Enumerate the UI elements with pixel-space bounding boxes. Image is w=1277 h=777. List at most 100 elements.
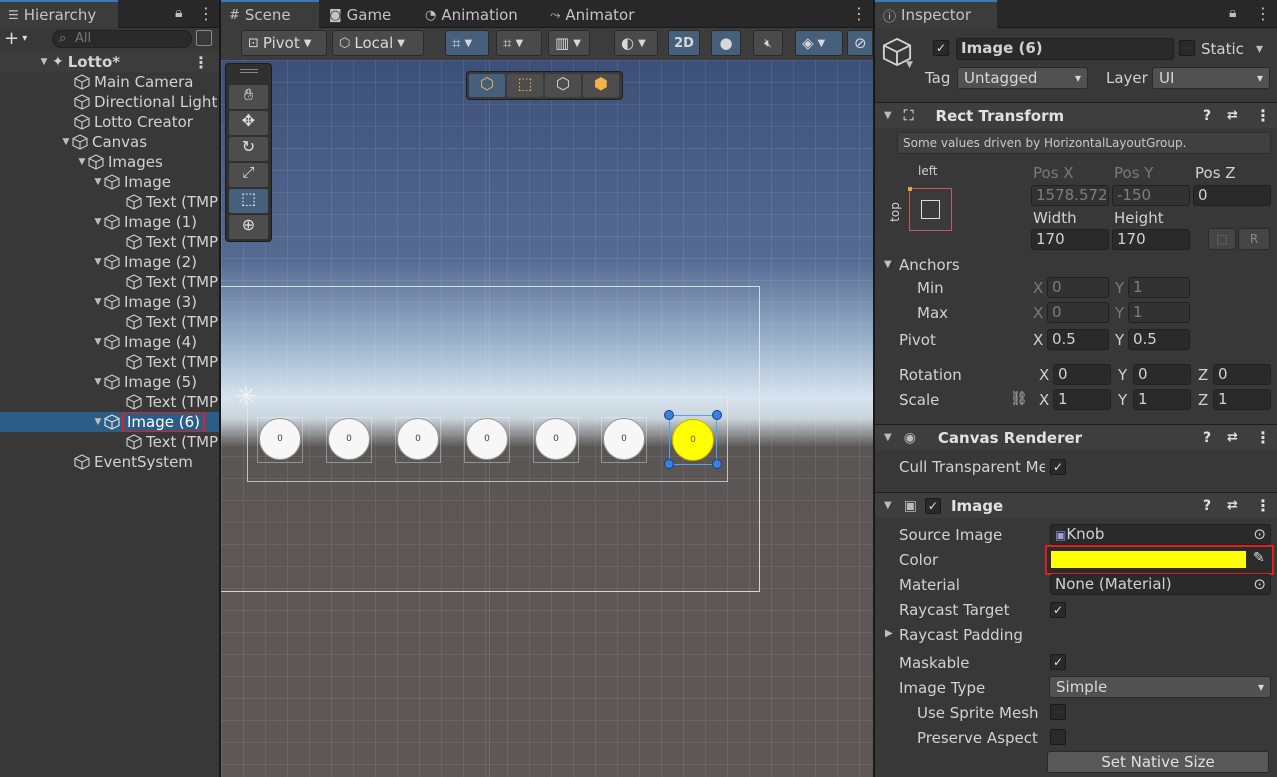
source-image-field[interactable]: ▣Knob ⊙ [1050, 524, 1271, 545]
height-field[interactable]: 170 [1112, 229, 1190, 250]
pos-x-field[interactable]: 1578.572 [1031, 185, 1109, 206]
hidden-objects-toggle[interactable]: ⊘ [847, 30, 873, 56]
hierarchy-row-canvas[interactable]: ▼ Canvas [0, 132, 219, 152]
mode-2d-toggle[interactable]: 2D [668, 30, 700, 56]
color-swatch[interactable] [1051, 551, 1246, 568]
hierarchy-row-text[interactable]: Text (TMP [0, 192, 219, 212]
anchor-max-y-field[interactable]: 1 [1128, 302, 1190, 323]
hand-tool-icon[interactable]: ✋︎ [229, 85, 268, 109]
lotto-ball[interactable]: 0 [466, 418, 508, 460]
resize-handle[interactable] [664, 459, 674, 469]
rotate-tool-icon[interactable]: ↻ [229, 137, 268, 161]
hierarchy-row-text[interactable]: Text (TMP [0, 272, 219, 292]
hierarchy-row-lotto-creator[interactable]: Lotto Creator [0, 112, 219, 132]
hierarchy-row-image-6-selected[interactable]: ▼ Image (6) [0, 412, 219, 432]
scene-viewport[interactable]: ✳ 0 0 0 0 0 0 0 ⬡ ⬚ ⬡ ⬢ ✋︎ ✥ ↻ ⤢ ⬚ ⊕ [221, 60, 873, 777]
pos-z-field[interactable]: 0 [1193, 185, 1271, 206]
scale-x-field[interactable]: 1 [1053, 389, 1111, 410]
lotto-ball[interactable]: 0 [603, 418, 645, 460]
raycast-target-checkbox[interactable]: ✓ [1050, 602, 1066, 618]
use-sprite-mesh-checkbox[interactable] [1050, 704, 1066, 720]
anchor-presets-button[interactable] [908, 187, 952, 231]
hierarchy-row-eventsystem[interactable]: EventSystem [0, 452, 219, 472]
fold-arrow-icon[interactable]: ▼ [60, 137, 72, 147]
presets-icon[interactable]: ⇄ [1227, 108, 1238, 123]
static-checkbox[interactable] [1179, 40, 1195, 56]
lotto-ball[interactable]: 0 [535, 418, 577, 460]
more-menu-icon[interactable]: ⋮ [1255, 496, 1271, 515]
more-menu-icon[interactable]: ⋮ [1255, 428, 1271, 447]
set-native-size-button[interactable]: Set Native Size [1047, 751, 1269, 773]
object-picker-icon[interactable]: ⊙ [1253, 525, 1266, 544]
lotto-ball[interactable]: 0 [259, 418, 301, 460]
blueprint-mode-button[interactable]: ⬚ [1208, 228, 1236, 250]
hierarchy-scene-row[interactable]: ▼ ✦ Lotto* ⋮ [0, 52, 219, 72]
hierarchy-row-image-4[interactable]: ▼ Image (4) [0, 332, 219, 352]
color-field[interactable]: ✎ [1045, 545, 1274, 575]
lotto-ball-selected[interactable]: 0 [672, 419, 714, 461]
fold-arrow-icon[interactable]: ▶ [885, 628, 893, 639]
effects-dropdown[interactable]: ◈ ▼ [795, 30, 843, 56]
create-add-button[interactable]: + ▾ [4, 30, 40, 50]
pos-y-field[interactable]: -150 [1112, 185, 1190, 206]
tab-animation[interactable]: ◔ Animation [417, 2, 526, 28]
constrain-proportions-icon[interactable]: ⛓ [1010, 391, 1028, 407]
tab-inspector[interactable]: ⓘ Inspector [875, 0, 997, 28]
rotation-z-field[interactable]: 0 [1213, 364, 1271, 385]
hierarchy-row-image-2[interactable]: ▼ Image (2) [0, 252, 219, 272]
active-checkbox[interactable]: ✓ [933, 40, 949, 56]
more-menu-icon[interactable]: ⋮ [198, 4, 214, 23]
hierarchy-row-images[interactable]: ▼ Images [0, 152, 219, 172]
fold-arrow-icon[interactable]: ▼ [92, 377, 104, 387]
fold-arrow-icon[interactable]: ▼ [92, 417, 104, 427]
rotation-x-field[interactable]: 0 [1053, 364, 1111, 385]
hierarchy-row-image-5[interactable]: ▼ Image (5) [0, 372, 219, 392]
cube-tool-icon[interactable]: ⬡ [469, 74, 505, 97]
resize-handle[interactable] [664, 410, 674, 420]
hierarchy-row-text[interactable]: Text (TMP [0, 352, 219, 372]
audio-toggle[interactable]: 🔇︎ [753, 30, 783, 56]
help-icon[interactable]: ? [1203, 430, 1211, 446]
fold-arrow-icon[interactable]: ▼ [92, 337, 104, 347]
fold-arrow-icon[interactable]: ▼ [884, 110, 892, 121]
presets-icon[interactable]: ⇄ [1227, 430, 1238, 445]
rotation-y-field[interactable]: 0 [1133, 364, 1191, 385]
rect-transform-tool-icon[interactable]: ⬚ [229, 189, 268, 213]
presets-icon[interactable]: ⇄ [1227, 498, 1238, 513]
lotto-ball[interactable]: 0 [328, 418, 370, 460]
anchor-min-x-field[interactable]: 0 [1047, 277, 1109, 298]
fold-arrow-icon[interactable]: ▼ [884, 432, 892, 443]
tab-game[interactable]: ◙ Game [321, 2, 399, 28]
material-field[interactable]: None (Material) ⊙ [1050, 574, 1271, 595]
layer-dropdown[interactable]: UI [1152, 67, 1270, 89]
hierarchy-row-text[interactable]: Text (TMP [0, 312, 219, 332]
lighting-toggle[interactable]: ● [711, 30, 741, 56]
pivot-y-field[interactable]: 0.5 [1128, 329, 1190, 350]
hierarchy-row-text[interactable]: Text (TMP [0, 232, 219, 252]
object-name-field[interactable]: Image (6) [956, 38, 1174, 60]
help-icon[interactable]: ? [1203, 498, 1211, 514]
tab-animator[interactable]: ⤳ Animator [542, 2, 642, 28]
pivot-x-field[interactable]: 0.5 [1047, 329, 1109, 350]
cube-filled-icon[interactable]: ⬢ [583, 74, 619, 97]
move-tool-icon[interactable]: ✥ [229, 111, 268, 135]
tab-scene[interactable]: # Scene [221, 0, 319, 28]
hierarchy-row-image-3[interactable]: ▼ Image (3) [0, 292, 219, 312]
drag-handle-icon[interactable] [240, 69, 258, 73]
shading-mode-dropdown[interactable]: ◐ ▼ [614, 30, 658, 56]
more-menu-icon[interactable]: ⋮ [1255, 106, 1271, 125]
fold-arrow-icon[interactable]: ▼ [92, 257, 104, 267]
lotto-ball[interactable]: 0 [397, 418, 439, 460]
chevron-down-icon[interactable]: ▼ [906, 60, 913, 70]
canvas-renderer-header[interactable]: ▼ ◉ Canvas Renderer ? ⇄ ⋮ [875, 424, 1277, 450]
fold-arrow-icon[interactable]: ▼ [38, 57, 50, 67]
rect-transform-header[interactable]: ▼ ⛶ Rect Transform ? ⇄ ⋮ [875, 102, 1277, 128]
image-component-header[interactable]: ▼ ▣ ✓ Image ? ⇄ ⋮ [875, 492, 1277, 518]
pivot-dropdown[interactable]: ⊡ Pivot ▼ [241, 30, 327, 56]
hierarchy-row-main-camera[interactable]: Main Camera [0, 72, 219, 92]
ruler-toggle[interactable]: ▥ ▼ [548, 30, 590, 56]
preserve-aspect-checkbox[interactable] [1050, 729, 1066, 745]
anchor-min-y-field[interactable]: 1 [1128, 277, 1190, 298]
more-menu-icon[interactable]: ⋮ [193, 53, 209, 72]
increment-snap-toggle[interactable]: ⌗ ▼ [496, 30, 542, 56]
